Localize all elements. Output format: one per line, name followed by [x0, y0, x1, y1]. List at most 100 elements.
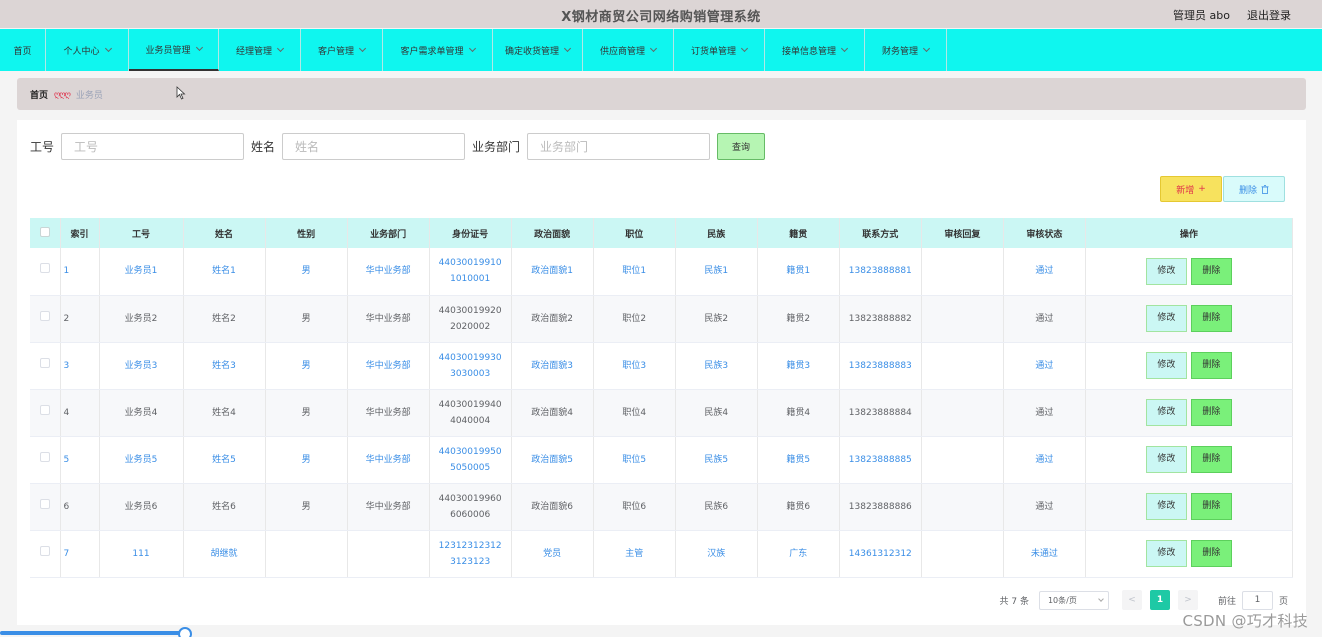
- delete-button[interactable]: 删除: [1190, 257, 1232, 285]
- goto-suffix: 页: [1278, 596, 1288, 607]
- cell-id-number: 12312312312 3123123: [429, 530, 512, 578]
- column-header: 籍贯: [757, 218, 840, 248]
- nav-item[interactable]: 客户需求单管理: [383, 29, 493, 71]
- row-checkbox[interactable]: [39, 263, 50, 274]
- edit-button[interactable]: 修改: [1145, 352, 1187, 379]
- row-checkbox[interactable]: [39, 451, 50, 462]
- edit-button[interactable]: 修改: [1145, 305, 1187, 332]
- cell-id-number: 44030019920 2020002: [429, 295, 512, 343]
- edit-button[interactable]: 修改: [1145, 399, 1187, 426]
- delete-button[interactable]: 删除: [1190, 352, 1232, 379]
- table-body: 1 业务员1 姓名1 男华中业务部 44030019910 1010001 政治面貌1 职位1…: [30, 248, 1294, 578]
- nav-item[interactable]: 接单信息管理: [765, 29, 865, 71]
- cell-pol: 政治面貌1: [511, 248, 594, 296]
- cell-name: 姓名3: [183, 342, 266, 390]
- goto-page-input[interactable]: 1: [1241, 590, 1273, 610]
- row-checkbox[interactable]: [39, 545, 50, 556]
- nav-item[interactable]: 经理管理: [219, 29, 301, 71]
- nav-item[interactable]: 首页: [0, 29, 46, 71]
- add-button-label: 新增: [1176, 185, 1195, 196]
- nav-item[interactable]: 业务员管理: [129, 29, 219, 71]
- chevron-down-icon: [740, 44, 749, 53]
- cell-name: 姓名6: [183, 483, 266, 531]
- search-input-name[interactable]: [282, 133, 466, 160]
- cell-idx: 5: [60, 436, 100, 484]
- cell-idx: 6: [60, 483, 100, 531]
- nav-item[interactable]: 确定收货管理: [493, 29, 583, 71]
- prev-page-button[interactable]: <: [1121, 590, 1142, 610]
- cell-phone: 13823888886: [839, 483, 922, 531]
- goto-label: 前往: [1217, 596, 1236, 607]
- cell-idx: 1: [60, 248, 100, 296]
- delete-button[interactable]: 删除: [1190, 399, 1232, 426]
- cell-no: 业务员6: [99, 483, 184, 531]
- cell-sex: 男: [265, 248, 348, 296]
- cell-status: 通过: [1003, 436, 1086, 484]
- cell-sex: 男: [265, 295, 348, 343]
- nav-item[interactable]: 个人中心: [46, 29, 129, 71]
- delete-button[interactable]: 删除: [1190, 305, 1232, 332]
- cell-hometown: 籍贯5: [757, 436, 840, 484]
- cell-eth: 民族5: [675, 436, 758, 484]
- delete-button[interactable]: 删除: [1190, 540, 1232, 567]
- nav-item[interactable]: 供应商管理: [583, 29, 674, 71]
- next-page-button[interactable]: >: [1177, 590, 1198, 610]
- cell-eth: 民族3: [675, 342, 758, 390]
- nav-item-label: 个人中心: [63, 46, 100, 57]
- current-user-label: 管理员 abo: [1173, 9, 1230, 22]
- breadcrumb-home[interactable]: 首页: [30, 88, 48, 101]
- column-header: 工号: [99, 218, 184, 248]
- cell-phone: 13823888881: [839, 248, 922, 296]
- cell-pos: 职位5: [593, 436, 676, 484]
- logout-link[interactable]: 退出登录: [1247, 7, 1291, 23]
- nav-item-label: 首页: [13, 46, 32, 57]
- column-header: 操作: [1085, 218, 1294, 248]
- id-number-part: 12312312312: [438, 540, 502, 551]
- cell-pos: 职位4: [593, 389, 676, 437]
- cell-operations: 修改 删除: [1085, 483, 1294, 531]
- edit-button[interactable]: 修改: [1145, 257, 1187, 285]
- edit-button[interactable]: 修改: [1145, 540, 1187, 567]
- delete-button[interactable]: 删除: [1190, 446, 1232, 473]
- chevron-down-icon: [358, 44, 367, 53]
- search-input-dept[interactable]: [527, 133, 711, 160]
- pagination: 共 7 条 10条/页 < 1 > 前往 1 页: [1000, 590, 1288, 610]
- column-header: 审核回复: [921, 218, 1004, 248]
- chevron-down-icon: [195, 43, 203, 52]
- table-row: 1 业务员1 姓名1 男华中业务部 44030019910 1010001 政治面貌1 职位1…: [30, 248, 1294, 296]
- cell-dept: 华中业务部: [347, 248, 430, 296]
- nav-item[interactable]: 订货单管理: [674, 29, 765, 71]
- cell-operations: 修改 删除: [1085, 530, 1294, 578]
- nav-item-label: 接单信息管理: [781, 46, 836, 57]
- row-checkbox[interactable]: [39, 357, 50, 368]
- query-button[interactable]: 查询: [717, 133, 766, 160]
- column-header: 业务部门: [347, 218, 430, 248]
- nav-item[interactable]: 财务管理: [865, 29, 947, 71]
- row-checkbox[interactable]: [39, 498, 50, 509]
- cell-name: 胡继就: [183, 530, 266, 578]
- select-all-checkbox[interactable]: [39, 226, 50, 237]
- page-number-button[interactable]: 1: [1149, 590, 1170, 610]
- cell-reply: [921, 436, 1004, 484]
- edit-button[interactable]: 修改: [1145, 446, 1187, 473]
- cell-dept: 华中业务部: [347, 436, 430, 484]
- cell-sex: 男: [265, 342, 348, 390]
- row-checkbox[interactable]: [39, 310, 50, 321]
- cell-dept: 华中业务部: [347, 483, 430, 531]
- add-button[interactable]: 新增 +: [1160, 176, 1222, 202]
- row-checkbox[interactable]: [39, 404, 50, 415]
- delete-button[interactable]: 删除: [1190, 493, 1232, 520]
- row-select-cell: [30, 389, 61, 437]
- nav-item[interactable]: 客户管理: [301, 29, 383, 71]
- batch-delete-button[interactable]: 删除: [1223, 176, 1285, 202]
- search-input-no[interactable]: [61, 133, 245, 160]
- table-row: 2 业务员2 姓名2 男华中业务部 44030019920 2020002 政治面貌2 职位2…: [30, 295, 1294, 343]
- watermark: CSDN @巧才科技: [1182, 612, 1308, 630]
- cell-operations: 修改 删除: [1085, 389, 1294, 437]
- page-size-select[interactable]: 10条/页: [1038, 590, 1109, 610]
- plus-icon: +: [1198, 184, 1206, 194]
- search-label-no: 工号: [30, 140, 55, 154]
- id-number-part: 6060006: [450, 509, 491, 520]
- edit-button[interactable]: 修改: [1145, 493, 1187, 520]
- cell-id-number: 44030019950 5050005: [429, 436, 512, 484]
